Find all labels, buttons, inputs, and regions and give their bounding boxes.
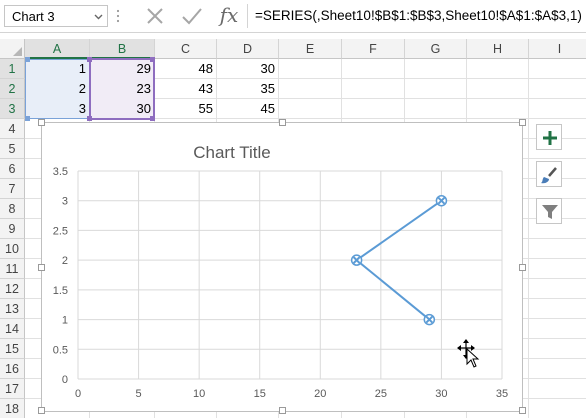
x-tick-label: 15 [254, 388, 266, 400]
cell-b2[interactable]: 23 [90, 79, 155, 99]
range-resize-handle[interactable] [150, 57, 155, 62]
column-header-d[interactable]: D [217, 39, 279, 59]
row-header-12[interactable]: 12 [0, 279, 25, 299]
chart-resize-handle[interactable] [519, 119, 526, 126]
column-header-i[interactable]: I [529, 39, 586, 59]
range-resize-handle[interactable] [25, 116, 30, 121]
row-header-14[interactable]: 14 [0, 319, 25, 339]
y-tick-label: 1 [62, 315, 68, 327]
x-tick-label: 20 [314, 388, 326, 400]
check-icon[interactable] [180, 5, 204, 27]
chart-resize-handle[interactable] [38, 407, 45, 414]
range-resize-handle[interactable] [87, 116, 92, 121]
x-tick-label: 30 [435, 388, 447, 400]
column-header-b[interactable]: B [90, 39, 155, 59]
row-header-18[interactable]: 18 [0, 399, 25, 418]
row-header-4[interactable]: 4 [0, 119, 25, 139]
cell-a2[interactable]: 2 [25, 79, 90, 99]
cell-a3[interactable]: 3 [25, 99, 90, 119]
scatter-plot[interactable]: 0 5 10 15 20 25 30 35 0 0.5 1 1.5 2 2.5 3 3.5 [42, 123, 524, 413]
formula-bar: Chart 3 fx =SERIES(,Sheet10!$B$1:$B$3,Sh… [0, 0, 586, 33]
range-resize-handle[interactable] [87, 57, 92, 62]
row-header-8[interactable]: 8 [0, 199, 25, 219]
cell-a1[interactable]: 1 [25, 59, 90, 79]
row-header-9[interactable]: 9 [0, 219, 25, 239]
cell-b3[interactable]: 30 [90, 99, 155, 119]
column-header-f[interactable]: F [342, 39, 405, 59]
brush-icon [541, 167, 557, 184]
chart-resize-handle[interactable] [38, 264, 45, 271]
row-header-13[interactable]: 13 [0, 299, 25, 319]
x-tick-label: 35 [496, 388, 508, 400]
cell-c1[interactable]: 48 [155, 59, 217, 79]
x-tick-label: 0 [75, 388, 81, 400]
y-tick-label: 2.5 [53, 225, 68, 237]
chart-resize-handle[interactable] [38, 119, 45, 126]
cell-d3[interactable]: 45 [217, 99, 279, 119]
filter-icon [542, 205, 558, 219]
y-tick-label: 1.5 [53, 285, 68, 297]
row-header-6[interactable]: 6 [0, 159, 25, 179]
name-box-value: Chart 3 [12, 9, 55, 24]
row-header-11[interactable]: 11 [0, 259, 25, 279]
chart-styles-button[interactable] [536, 161, 562, 187]
y-tick-label: 0.5 [53, 344, 68, 356]
chart-resize-handle[interactable] [519, 264, 526, 271]
select-all-button[interactable] [0, 39, 25, 59]
row-header-5[interactable]: 5 [0, 139, 25, 159]
name-box[interactable]: Chart 3 [4, 5, 108, 27]
formula-bar-grip-icon [116, 9, 120, 23]
row-header-10[interactable]: 10 [0, 239, 25, 259]
x-tick-label: 5 [136, 388, 142, 400]
chart-filters-button[interactable] [536, 198, 562, 224]
chart-resize-handle[interactable] [279, 119, 286, 126]
chevron-down-icon[interactable] [94, 12, 103, 21]
row-header-2[interactable]: 2 [0, 79, 25, 99]
chart-resize-handle[interactable] [519, 407, 526, 414]
range-resize-handle[interactable] [150, 116, 155, 121]
cell-b1[interactable]: 29 [90, 59, 155, 79]
cell-d2[interactable]: 35 [217, 79, 279, 99]
row-header-1[interactable]: 1 [0, 59, 25, 79]
row-header-15[interactable]: 15 [0, 339, 25, 359]
formula-input[interactable]: =SERIES(,Sheet10!$B$1:$B$3,Sheet10!$A$1:… [255, 8, 582, 23]
column-header-c[interactable]: C [155, 39, 217, 59]
column-header-a[interactable]: A [25, 39, 90, 59]
y-tick-label: 2 [62, 255, 68, 267]
y-tick-label: 3 [62, 196, 68, 208]
row-header-17[interactable]: 17 [0, 379, 25, 399]
y-tick-label: 3.5 [53, 166, 68, 178]
move-cursor-icon [457, 339, 480, 368]
column-header-h[interactable]: H [467, 39, 529, 59]
row-header-3[interactable]: 3 [0, 99, 25, 119]
plus-icon [543, 131, 557, 145]
cell-d1[interactable]: 30 [217, 59, 279, 79]
cell-c2[interactable]: 43 [155, 79, 217, 99]
y-tick-label: 0 [62, 374, 68, 386]
column-header-e[interactable]: E [279, 39, 342, 59]
chart-object[interactable]: Chart Title 0 5 10 15 20 25 30 35 0 0.5 1 1.5 2 2.5 3 3… [38, 119, 526, 414]
row-header-16[interactable]: 16 [0, 359, 25, 379]
insert-function-icon[interactable]: fx [216, 2, 242, 28]
chart-resize-handle[interactable] [279, 407, 286, 414]
cell-c3[interactable]: 55 [155, 99, 217, 119]
x-tick-label: 25 [375, 388, 387, 400]
range-resize-handle[interactable] [25, 57, 30, 62]
cancel-icon[interactable] [144, 5, 166, 27]
x-tick-label: 10 [193, 388, 205, 400]
column-header-g[interactable]: G [405, 39, 467, 59]
formula-bar-divider [247, 4, 248, 28]
row-header-7[interactable]: 7 [0, 179, 25, 199]
chart-elements-button[interactable] [536, 124, 562, 150]
